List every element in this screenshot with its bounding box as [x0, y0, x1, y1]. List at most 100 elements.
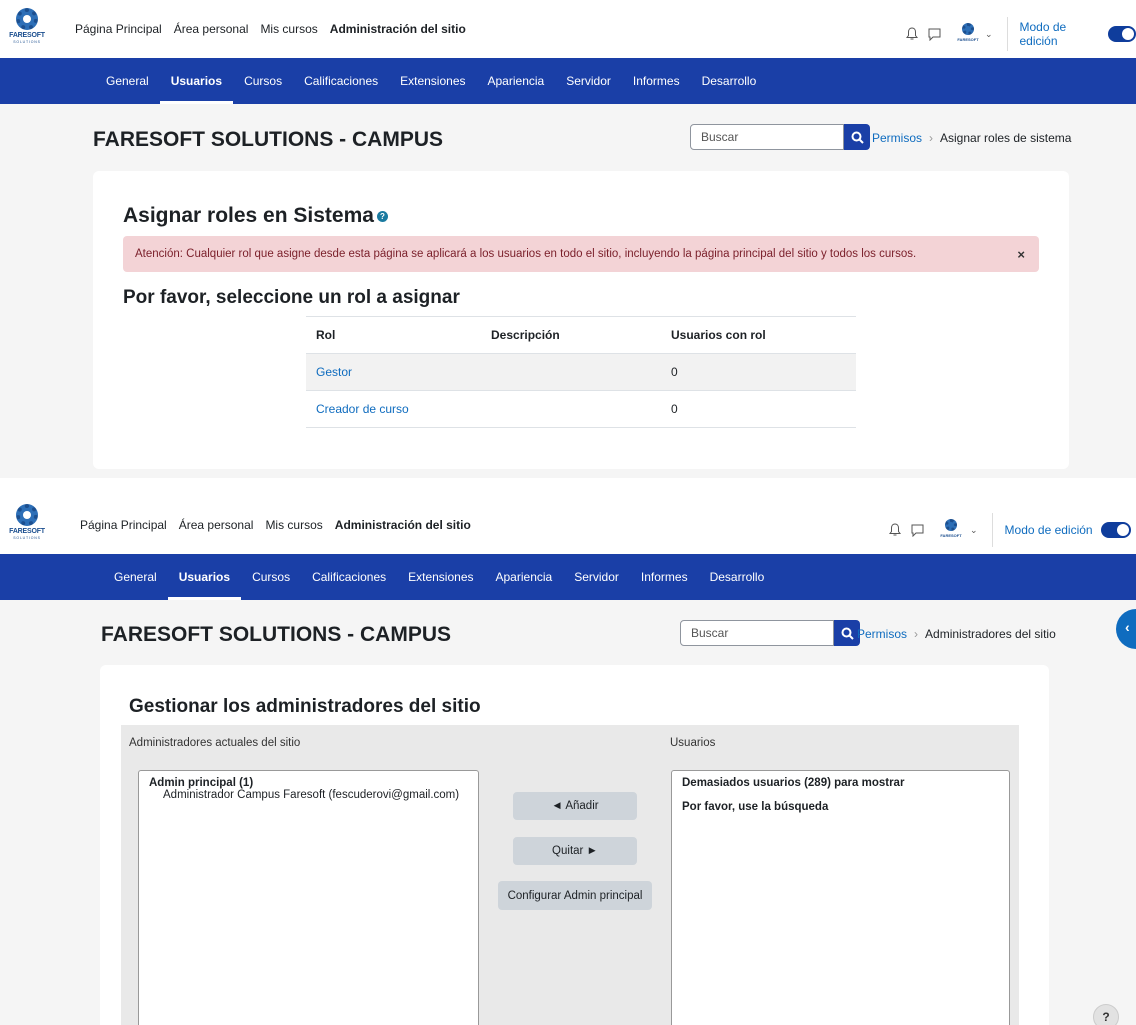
- page-title: Gestionar los administradores del sitio: [129, 696, 481, 717]
- breadcrumb-current: Administradores del sitio: [925, 627, 1056, 641]
- role-link-creador[interactable]: Creador de curso: [306, 390, 481, 428]
- breadcrumb-current: Asignar roles de sistema: [940, 131, 1072, 145]
- bell-icon[interactable]: [906, 27, 918, 41]
- user-tools: FARESOFT ⌄ Modo de edición: [889, 513, 1131, 547]
- tab-calificaciones[interactable]: Calificaciones: [301, 554, 397, 600]
- site-title: FARESOFT SOLUTIONS - CAMPUS: [93, 128, 444, 151]
- nav-dashboard[interactable]: Área personal: [179, 518, 254, 532]
- roles-table: Rol Descripción Usuarios con rol Gestor …: [306, 316, 856, 428]
- secondary-nav: General Usuarios Cursos Calificaciones E…: [0, 58, 1136, 104]
- page-title: Asignar roles en Sistema ?: [123, 204, 388, 228]
- user-avatar[interactable]: FARESOFT: [938, 519, 964, 541]
- chevron-down-icon[interactable]: ⌄: [970, 525, 978, 536]
- option-group: Admin principal (1): [149, 777, 254, 789]
- remove-button[interactable]: Quitar ►: [513, 837, 637, 865]
- faresoft-logo[interactable]: FARESOFT SOLUTIONS: [6, 8, 48, 48]
- tab-general[interactable]: General: [103, 554, 168, 600]
- page-header: FARESOFT SOLUTIONS - CAMPUS Permisos › A…: [0, 600, 1136, 666]
- nav-home[interactable]: Página Principal: [75, 22, 162, 36]
- logo-gear-icon: [16, 8, 38, 30]
- chat-icon[interactable]: [911, 524, 924, 537]
- logo-brand: FARESOFT: [9, 528, 45, 535]
- top-bar: FARESOFT SOLUTIONS Página Principal Área…: [0, 0, 1136, 58]
- user-avatar[interactable]: FARESOFT: [955, 23, 979, 45]
- table-row: Gestor 0: [306, 353, 856, 391]
- tab-servidor[interactable]: Servidor: [563, 554, 630, 600]
- top-bar: FARESOFT SOLUTIONS Página Principal Área…: [0, 496, 1136, 554]
- role-link-gestor[interactable]: Gestor: [306, 353, 481, 391]
- add-button[interactable]: ◄ Añadir: [513, 792, 637, 820]
- help-button[interactable]: ?: [1093, 1004, 1119, 1025]
- search-button[interactable]: [844, 124, 870, 150]
- edit-mode-label: Modo de edición: [1004, 523, 1093, 537]
- avatar-text: FARESOFT: [957, 37, 979, 42]
- breadcrumb: Permisos › Asignar roles de sistema: [872, 131, 1071, 145]
- tab-extensiones[interactable]: Extensiones: [389, 58, 476, 104]
- tab-usuarios[interactable]: Usuarios: [167, 554, 242, 600]
- role-user-count: 0: [661, 390, 856, 428]
- toggle-switch[interactable]: [1108, 26, 1136, 42]
- breadcrumb-separator-icon: ›: [929, 131, 934, 145]
- tab-informes[interactable]: Informes: [630, 554, 699, 600]
- primary-nav: Página Principal Área personal Mis curso…: [75, 22, 466, 36]
- divider: [1006, 17, 1008, 51]
- set-main-admin-button[interactable]: Configurar Admin principal: [498, 881, 652, 910]
- logo-brand: FARESOFT: [9, 32, 45, 39]
- tab-desarrollo[interactable]: Desarrollo: [691, 58, 768, 104]
- nav-site-admin[interactable]: Administración del sitio: [330, 22, 466, 36]
- chevron-down-icon[interactable]: ⌄: [985, 29, 993, 40]
- nav-dashboard[interactable]: Área personal: [174, 22, 249, 36]
- tab-apariencia[interactable]: Apariencia: [485, 554, 564, 600]
- tab-apariencia[interactable]: Apariencia: [477, 58, 556, 104]
- chat-icon[interactable]: [928, 28, 941, 41]
- bell-icon[interactable]: [889, 523, 901, 537]
- tab-extensiones[interactable]: Extensiones: [397, 554, 484, 600]
- close-icon[interactable]: ×: [1017, 236, 1025, 272]
- help-icon[interactable]: ?: [376, 210, 388, 222]
- tab-cursos[interactable]: Cursos: [241, 554, 301, 600]
- tab-usuarios[interactable]: Usuarios: [159, 58, 234, 104]
- nav-my-courses[interactable]: Mis cursos: [260, 22, 317, 36]
- divider: [991, 513, 993, 547]
- tab-cursos[interactable]: Cursos: [233, 58, 293, 104]
- search-box: [680, 620, 860, 646]
- user-tools: FARESOFT ⌄ Modo de edición: [906, 17, 1136, 51]
- alert-text: Atención: Cualquier rol que asigne desde…: [135, 248, 917, 260]
- logo-gear-icon: [16, 504, 38, 526]
- nav-my-courses[interactable]: Mis cursos: [265, 518, 322, 532]
- edit-mode-toggle[interactable]: Modo de edición: [1020, 20, 1136, 48]
- nav-home[interactable]: Página Principal: [80, 518, 167, 532]
- primary-nav: Página Principal Área personal Mis curso…: [80, 518, 471, 532]
- avatar-text: FARESOFT: [940, 533, 962, 538]
- faresoft-logo[interactable]: FARESOFT SOLUTIONS: [6, 504, 48, 544]
- search-box: [690, 124, 870, 150]
- screenshot-site-administrators: FARESOFT SOLUTIONS Página Principal Área…: [0, 496, 1136, 1025]
- avatar-gear-icon: [945, 519, 957, 531]
- role-description: [481, 390, 661, 428]
- tab-desarrollo[interactable]: Desarrollo: [699, 554, 776, 600]
- admin-option[interactable]: Administrador Campus Faresoft (fescudero…: [149, 789, 468, 801]
- tab-general[interactable]: General: [95, 58, 160, 104]
- secondary-nav: General Usuarios Cursos Calificaciones E…: [0, 554, 1136, 600]
- chevron-left-icon: ‹: [1125, 619, 1130, 635]
- table-row: Creador de curso 0: [306, 390, 856, 428]
- users-select[interactable]: Demasiados usuarios (289) para mostrar P…: [671, 770, 1010, 1025]
- search-input[interactable]: [680, 620, 834, 646]
- toggle-switch[interactable]: [1100, 522, 1131, 538]
- page-title-text: Asignar roles en Sistema: [123, 204, 374, 227]
- nav-site-admin[interactable]: Administración del sitio: [335, 518, 471, 532]
- search-input[interactable]: [690, 124, 844, 150]
- main-card: Asignar roles en Sistema ? Atención: Cua…: [93, 171, 1069, 469]
- breadcrumb-permisos[interactable]: Permisos: [857, 627, 907, 641]
- tab-informes[interactable]: Informes: [622, 58, 691, 104]
- breadcrumb-permisos[interactable]: Permisos: [872, 131, 922, 145]
- screenshot-assign-system-roles: FARESOFT SOLUTIONS Página Principal Área…: [0, 0, 1136, 478]
- avatar-gear-icon: [962, 23, 974, 35]
- tab-calificaciones[interactable]: Calificaciones: [293, 58, 389, 104]
- main-card: Gestionar los administradores del sitio …: [100, 665, 1049, 1025]
- tab-servidor[interactable]: Servidor: [555, 58, 622, 104]
- search-icon: [851, 131, 864, 144]
- edit-mode-toggle[interactable]: Modo de edición: [1005, 522, 1131, 538]
- col-descripcion: Descripción: [481, 316, 661, 354]
- current-admins-select[interactable]: Admin principal (1) Administrador Campus…: [138, 770, 479, 1025]
